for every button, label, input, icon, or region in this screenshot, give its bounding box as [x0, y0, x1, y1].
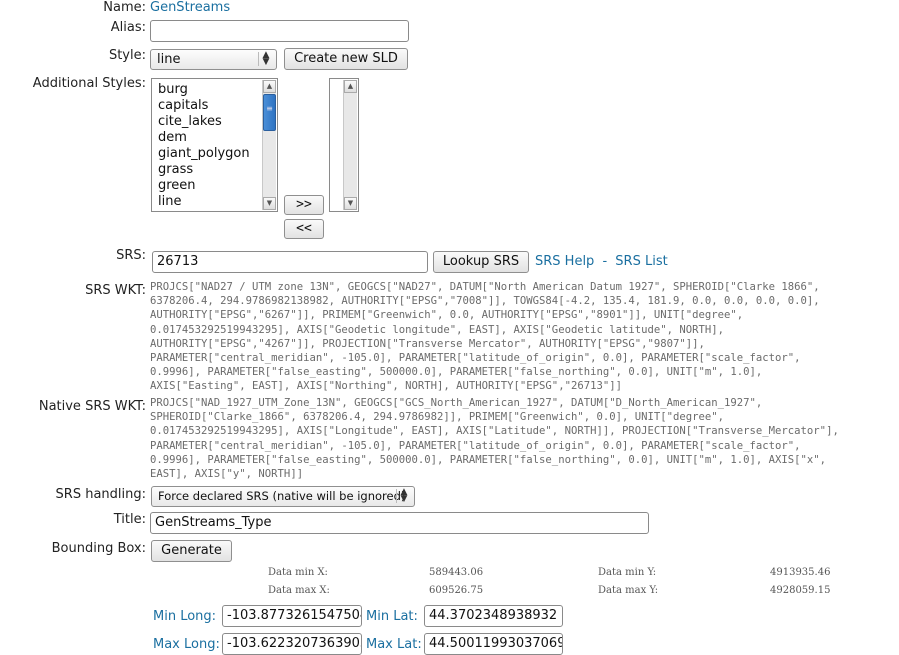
wkt-line: AUTHORITY["EPSG","6267"]], PRIMEM["Green…: [150, 309, 744, 322]
wkt-line: 0.017453292519943295], AXIS["Geodetic lo…: [150, 323, 725, 336]
data-min-y-value: 4913935.46: [770, 567, 831, 578]
data-max-y-value: 4928059.15: [770, 585, 831, 596]
scroll-down-arrow-icon[interactable]: ▼: [263, 197, 276, 210]
list-item[interactable]: green: [152, 178, 277, 194]
srs-wkt-label: SRS WKT:: [85, 283, 146, 298]
style-select-value: line: [157, 52, 181, 67]
min-long-label: Min Long:: [153, 609, 217, 624]
wkt-line: PARAMETER["central_meridian", -105.0], P…: [150, 352, 801, 365]
max-lat-input[interactable]: 44.50011993037069: [424, 633, 563, 655]
wkt-line: PROJCS["NAD_1927_UTM_Zone_13N", GEOGCS["…: [150, 397, 763, 409]
wkt-line: AUTHORITY["EPSG","4267"]], PROJECTION["T…: [150, 337, 705, 350]
max-lat-label: Max Lat:: [366, 637, 422, 652]
name-value: GenStreams: [150, 0, 231, 15]
alias-input[interactable]: [150, 20, 409, 42]
wkt-line: 0.017453292519943295], AXIS["Longitude",…: [150, 425, 839, 438]
data-max-y-label: Data max Y:: [598, 585, 659, 596]
srs-handling-label: SRS handling:: [55, 487, 146, 502]
additional-styles-label: Additional Styles:: [32, 76, 146, 91]
list-item[interactable]: burg: [152, 82, 277, 98]
scrollbar-thumb[interactable]: ≡: [263, 94, 276, 131]
srs-label: SRS:: [116, 248, 146, 263]
data-max-x-label: Data max X:: [268, 585, 330, 596]
style-label: Style:: [108, 48, 146, 63]
title-input[interactable]: GenStreams_Type: [150, 512, 649, 534]
min-lat-input[interactable]: 44.3702348938932: [424, 605, 563, 627]
srs-wkt-text: PROJCS["NAD27 / UTM zone 13N", GEOGCS["N…: [150, 280, 899, 394]
srs-handling-select-value: Force declared SRS (native will be ignor…: [158, 489, 406, 503]
list-item[interactable]: capitals: [152, 98, 277, 114]
wkt-line: 6378206.4, 294.9786982138982, AUTHORITY[…: [150, 295, 820, 308]
selected-styles-scrollbar[interactable]: ▲ ▼: [343, 80, 357, 210]
srs-link-separator: -: [602, 254, 608, 269]
bounding-box-label: Bounding Box:: [51, 541, 146, 556]
generate-button[interactable]: Generate: [151, 540, 232, 562]
scroll-down-arrow-icon[interactable]: ▼: [344, 197, 357, 210]
data-min-x-value: 589443.06: [429, 567, 484, 578]
scroll-up-arrow-icon[interactable]: ▲: [263, 80, 276, 93]
updown-arrow-icon: ▲ ▼: [258, 51, 273, 67]
min-long-input[interactable]: -103.87732615475047: [222, 605, 362, 627]
wkt-line: AXIS["Easting", EAST], AXIS["Northing", …: [150, 380, 622, 393]
wkt-line: 0.9996], PARAMETER["false_easting", 5000…: [150, 366, 763, 379]
style-select[interactable]: line ▲ ▼: [150, 49, 277, 70]
min-lat-label: Min Lat:: [366, 609, 418, 624]
wkt-line: 0.9996], PARAMETER["false_easting", 5000…: [150, 453, 827, 466]
wkt-line: SPHEROID["Clarke_1866", 6378206.4, 294.9…: [150, 411, 725, 424]
srs-handling-select[interactable]: Force declared SRS (native will be ignor…: [151, 486, 415, 507]
list-item[interactable]: cite_lakes: [152, 114, 277, 130]
selected-styles-list[interactable]: ▲ ▼: [329, 78, 359, 212]
srs-help-link[interactable]: SRS Help: [535, 254, 594, 269]
srs-list-link[interactable]: SRS List: [615, 254, 667, 269]
alias-label: Alias:: [110, 20, 146, 35]
list-item[interactable]: dem: [152, 130, 277, 146]
native-srs-wkt-text: PROJCS["NAD_1927_UTM_Zone_13N", GEOGCS["…: [150, 396, 899, 481]
wkt-line: PROJCS["NAD27 / UTM zone 13N", GEOGCS["N…: [150, 281, 820, 293]
list-item[interactable]: line: [152, 194, 277, 210]
create-new-sld-button[interactable]: Create new SLD: [284, 48, 408, 70]
name-label: Name:: [103, 0, 146, 15]
data-max-x-value: 609526.75: [429, 585, 484, 596]
max-long-input[interactable]: -103.62232073639058: [222, 633, 362, 655]
wkt-line: PARAMETER["central_meridian", -105.0], P…: [150, 439, 801, 452]
max-long-label: Max Long:: [153, 637, 220, 652]
srs-links: SRS Help - SRS List: [535, 254, 668, 270]
add-style-button[interactable]: >>: [284, 195, 324, 215]
available-styles-scrollbar[interactable]: ▲ ≡ ▼: [262, 80, 276, 210]
data-min-x-label: Data min X:: [268, 567, 328, 578]
srs-input[interactable]: 26713: [152, 251, 428, 273]
list-item[interactable]: giant_polygon: [152, 146, 277, 162]
title-label: Title:: [113, 512, 146, 527]
scroll-up-arrow-icon[interactable]: ▲: [344, 80, 357, 93]
updown-arrow-icon: ▲ ▼: [396, 488, 411, 504]
lookup-srs-button[interactable]: Lookup SRS: [433, 251, 529, 273]
remove-style-button[interactable]: <<: [284, 219, 324, 239]
wkt-line: EAST], AXIS["y", NORTH]]: [150, 468, 304, 481]
data-min-y-label: Data min Y:: [598, 567, 657, 578]
available-styles-list[interactable]: burg capitals cite_lakes dem giant_polyg…: [151, 78, 278, 212]
native-srs-wkt-label: Native SRS WKT:: [38, 399, 146, 414]
list-item[interactable]: grass: [152, 162, 277, 178]
